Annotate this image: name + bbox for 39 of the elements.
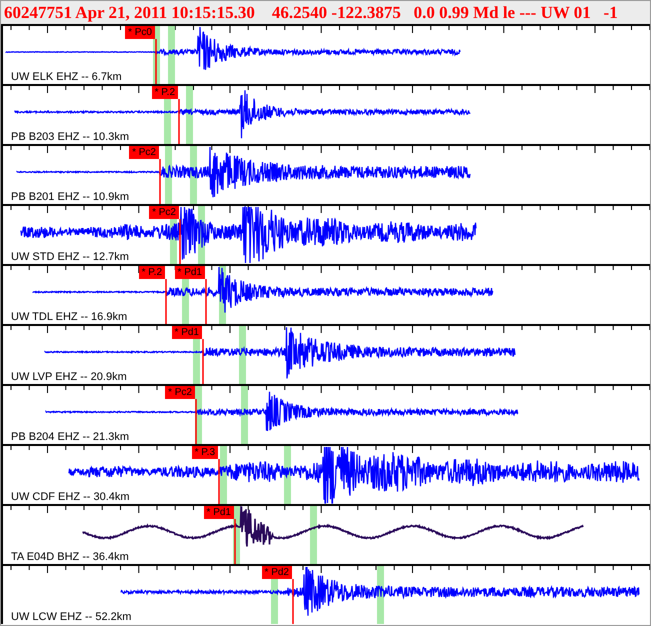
pick-flag[interactable]: * Pc2 (129, 146, 159, 159)
pick-flag[interactable]: * Pd2 (262, 566, 292, 579)
pick-flag[interactable]: * Pd1 (172, 326, 202, 339)
pick-line (165, 279, 167, 324)
pick-line (202, 339, 204, 384)
pick-flag[interactable]: * Pd1 (174, 266, 205, 279)
phase-window-band (186, 86, 193, 144)
pick-flag[interactable]: * Pc2 (165, 386, 195, 399)
pick-flag[interactable]: * P.2 (138, 266, 165, 279)
pick-line (155, 39, 157, 84)
pick-line (205, 279, 207, 324)
phase-window-band (168, 26, 175, 84)
pick-line (195, 399, 197, 444)
station-label: UW LCW EHZ -- 52.2km (11, 612, 132, 623)
station-label: UW CDF EHZ -- 30.4km (11, 492, 130, 503)
pick-line (292, 579, 294, 624)
pick-flag[interactable]: * Pd1 (204, 506, 234, 519)
phase-window-band (310, 506, 317, 564)
pick-flag[interactable]: * Pc0 (125, 26, 155, 39)
station-label: PB B201 EHZ -- 10.9km (11, 192, 129, 203)
pick-line (159, 159, 161, 204)
station-label: UW ELK EHZ -- 6.7km (11, 72, 122, 83)
station-label: UW STD EHZ -- 12.7km (11, 252, 129, 263)
pick-flag[interactable]: * Pc2 (149, 206, 179, 219)
pick-line (178, 99, 180, 144)
pick-line (179, 219, 181, 264)
station-label: PB B203 EHZ -- 10.3km (11, 132, 129, 143)
station-label: UW TDL EHZ -- 16.9km (11, 312, 128, 323)
station-label: UW LVP EHZ -- 20.9km (11, 372, 127, 383)
event-header: 60247751 Apr 21, 2011 10:15:15.30 46.2540 -122.3875 0.0 0.99 Md le --- UW 01 -1 (4, 4, 618, 21)
station-label: PB B204 EHZ -- 21.3km (11, 432, 129, 443)
phase-window-band (241, 386, 248, 444)
station-label: TA E04D BHZ -- 36.4km (11, 552, 129, 563)
pick-flag[interactable]: * P.2 (152, 86, 178, 99)
phase-window-band (239, 326, 246, 384)
pick-line (218, 459, 220, 504)
pick-flag[interactable]: * P.3 (192, 446, 218, 459)
phase-window-band (220, 446, 227, 504)
pick-line (234, 519, 236, 564)
